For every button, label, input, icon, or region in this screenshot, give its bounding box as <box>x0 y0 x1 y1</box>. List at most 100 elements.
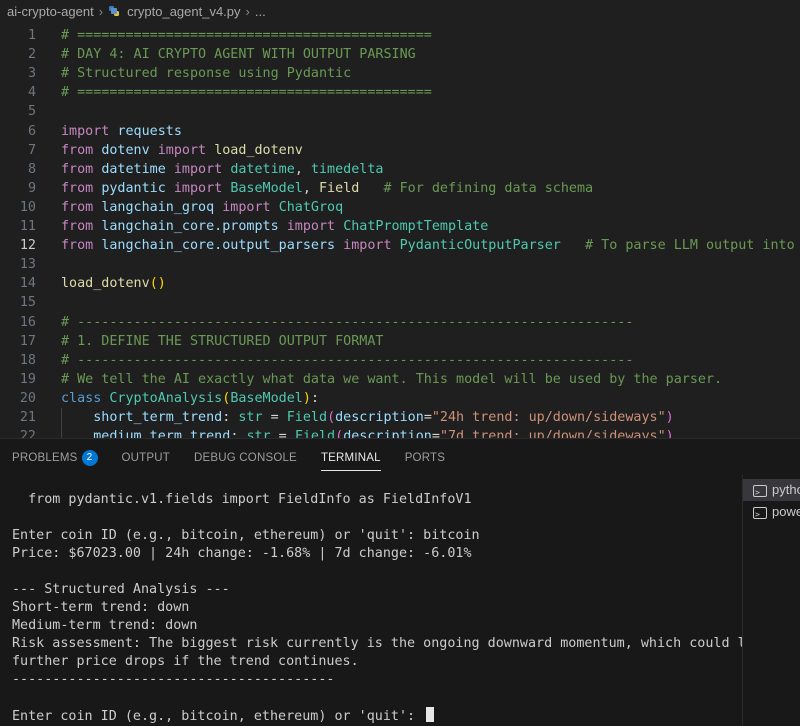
breadcrumb-file[interactable]: crypto_agent_v4.py <box>125 4 242 19</box>
code-token: import <box>173 161 223 177</box>
code-token: "7d trend: up/down/sideways" <box>439 429 666 438</box>
line-number: 21 <box>19 410 36 425</box>
terminal-line: Short-term trend: down <box>12 599 742 617</box>
code-token: langchain_core.prompts <box>101 219 279 234</box>
line-number: 2 <box>27 47 36 63</box>
terminal-line: from pydantic.v1.fields import FieldInfo… <box>12 491 742 509</box>
bottom-panel: PROBLEMS 2 OUTPUT DEBUG CONSOLE TERMINAL PORT… <box>0 438 800 726</box>
terminal-line: Risk assessment: The biggest risk curren… <box>12 635 742 653</box>
code-text: # ======================================… <box>61 83 432 102</box>
code-line[interactable]: 4 # =====================================… <box>0 83 800 102</box>
code-token: dotenv <box>101 142 150 158</box>
code-token: import <box>157 142 207 158</box>
code-line[interactable]: 5 <box>0 102 800 121</box>
code-line[interactable]: 6 import requests <box>0 122 800 141</box>
code-text: medium_term_trend: str = Field(descripti… <box>61 427 673 438</box>
code-token: PydanticOutputParser <box>399 238 561 254</box>
tab-output[interactable]: OUTPUT <box>110 439 182 477</box>
code-token: # 1. DEFINE THE STRUCTURED OUTPUT FORMAT <box>61 333 384 349</box>
code-token: import <box>286 219 336 234</box>
code-token: str <box>238 410 263 425</box>
code-line[interactable]: 22 medium_term_trend: str = Field(descri… <box>0 427 800 438</box>
tab-label: TERMINAL <box>320 452 381 464</box>
terminal-line-text: Short-term trend: down <box>12 600 190 615</box>
chevron-right-icon: › <box>98 3 104 19</box>
tab-label: DEBUG CONSOLE <box>194 452 297 464</box>
breadcrumb-folder[interactable]: ai-crypto-agent <box>0 4 96 19</box>
tab-label: PROBLEMS <box>12 452 78 464</box>
tab-problems[interactable]: PROBLEMS 2 <box>0 439 110 477</box>
terminal-instance-powershell[interactable]: powershell <box>743 501 800 523</box>
code-line[interactable]: 3 # Structured response using Pydantic <box>0 64 800 83</box>
tab-ports[interactable]: PORTS <box>393 439 457 477</box>
terminal-line-text: Medium-term trend: down <box>12 618 198 633</box>
code-line[interactable]: 16 # ------------------------------------… <box>0 313 800 332</box>
terminal-line: Medium-term trend: down <box>12 617 742 635</box>
code-token: description <box>343 429 432 438</box>
code-line[interactable]: 13 <box>0 255 800 274</box>
code-token: from <box>61 199 94 215</box>
tab-debug-console[interactable]: DEBUG CONSOLE <box>182 439 309 477</box>
code-line[interactable]: 17 # 1. DEFINE THE STRUCTURED OUTPUT FORM… <box>0 332 800 351</box>
code-text: from langchain_core.prompts import ChatP… <box>61 217 488 236</box>
code-token: class <box>61 390 102 406</box>
code-line[interactable]: 1 # =====================================… <box>0 26 800 45</box>
code-line[interactable]: 2 # DAY 4: AI CRYPTO AGENT WITH OUTPUT PA… <box>0 45 800 64</box>
code-token: # ======================================… <box>61 85 432 101</box>
code-token: ( <box>335 429 344 438</box>
code-line[interactable]: 20 class CryptoAnalysis(BaseModel): <box>0 389 800 408</box>
code-token: () <box>149 276 166 292</box>
code-editor[interactable]: 1 # =====================================… <box>0 22 800 438</box>
tab-terminal[interactable]: TERMINAL <box>309 439 393 477</box>
terminal-line: ---------------------------------------- <box>12 671 742 689</box>
code-line[interactable]: 14 load_dotenv() <box>0 274 800 293</box>
code-line[interactable]: 9 from pydantic import BaseModel, Field #… <box>0 179 800 198</box>
code-line[interactable]: 8 from datetime import datetime, timedelt… <box>0 160 800 179</box>
breadcrumb-more[interactable]: ... <box>253 4 268 19</box>
tab-label: PORTS <box>404 452 446 464</box>
code-token: timedelta <box>310 161 384 177</box>
line-number: 10 <box>19 199 36 215</box>
code-line[interactable]: 18 # ------------------------------------… <box>0 351 800 370</box>
code-token: from <box>61 219 94 234</box>
terminal-line: Price: $67023.00 | 24h change: -1.68% | … <box>12 545 742 563</box>
code-text: # --------------------------------------… <box>61 351 633 370</box>
code-line[interactable]: 11 from langchain_core.prompts import Cha… <box>0 217 800 236</box>
code-token: "24h trend: up/down/sideways" <box>431 410 666 425</box>
code-text: load_dotenv() <box>61 274 166 293</box>
code-token: import <box>343 238 392 254</box>
code-line[interactable]: 21 short_term_trend: str = Field(descrip… <box>0 408 800 427</box>
terminal-instance-python[interactable]: python <box>743 479 800 501</box>
line-number: 1 <box>27 28 36 43</box>
code-line[interactable]: 7 from dotenv import load_dotenv <box>0 141 800 160</box>
terminal-icon <box>753 482 767 501</box>
terminal-output[interactable]: from pydantic.v1.fields import FieldInfo… <box>12 491 742 726</box>
terminal-cursor <box>426 707 435 722</box>
code-line[interactable]: 15 <box>0 293 800 312</box>
code-token: ChatGroq <box>278 199 344 215</box>
code-token: datetime <box>101 161 166 177</box>
line-number: 7 <box>27 142 36 158</box>
line-number: 17 <box>19 333 36 349</box>
terminal-line: --- Structured Analysis --- <box>12 581 742 599</box>
code-token: # We tell the AI exactly what data we wa… <box>61 371 723 387</box>
code-line[interactable]: 10 from langchain_groq import ChatGroq <box>0 198 800 217</box>
code-token: # For defining data schema <box>383 180 594 196</box>
code-token: : <box>310 390 319 406</box>
terminal-line: Enter coin ID (e.g., bitcoin, ethereum) … <box>12 527 742 545</box>
code-token: : <box>222 410 239 425</box>
code-token: medium_term_trend <box>93 429 231 438</box>
code-token: CryptoAnalysis <box>109 390 223 406</box>
line-number: 15 <box>19 295 36 311</box>
line-number: 5 <box>27 104 36 120</box>
code-line[interactable]: 12 from langchain_core.output_parsers imp… <box>0 236 800 255</box>
code-line[interactable]: 19 # We tell the AI exactly what data we … <box>0 370 800 389</box>
terminal-line-text: further price drops if the trend continu… <box>12 654 359 669</box>
code-token: , <box>294 161 311 177</box>
